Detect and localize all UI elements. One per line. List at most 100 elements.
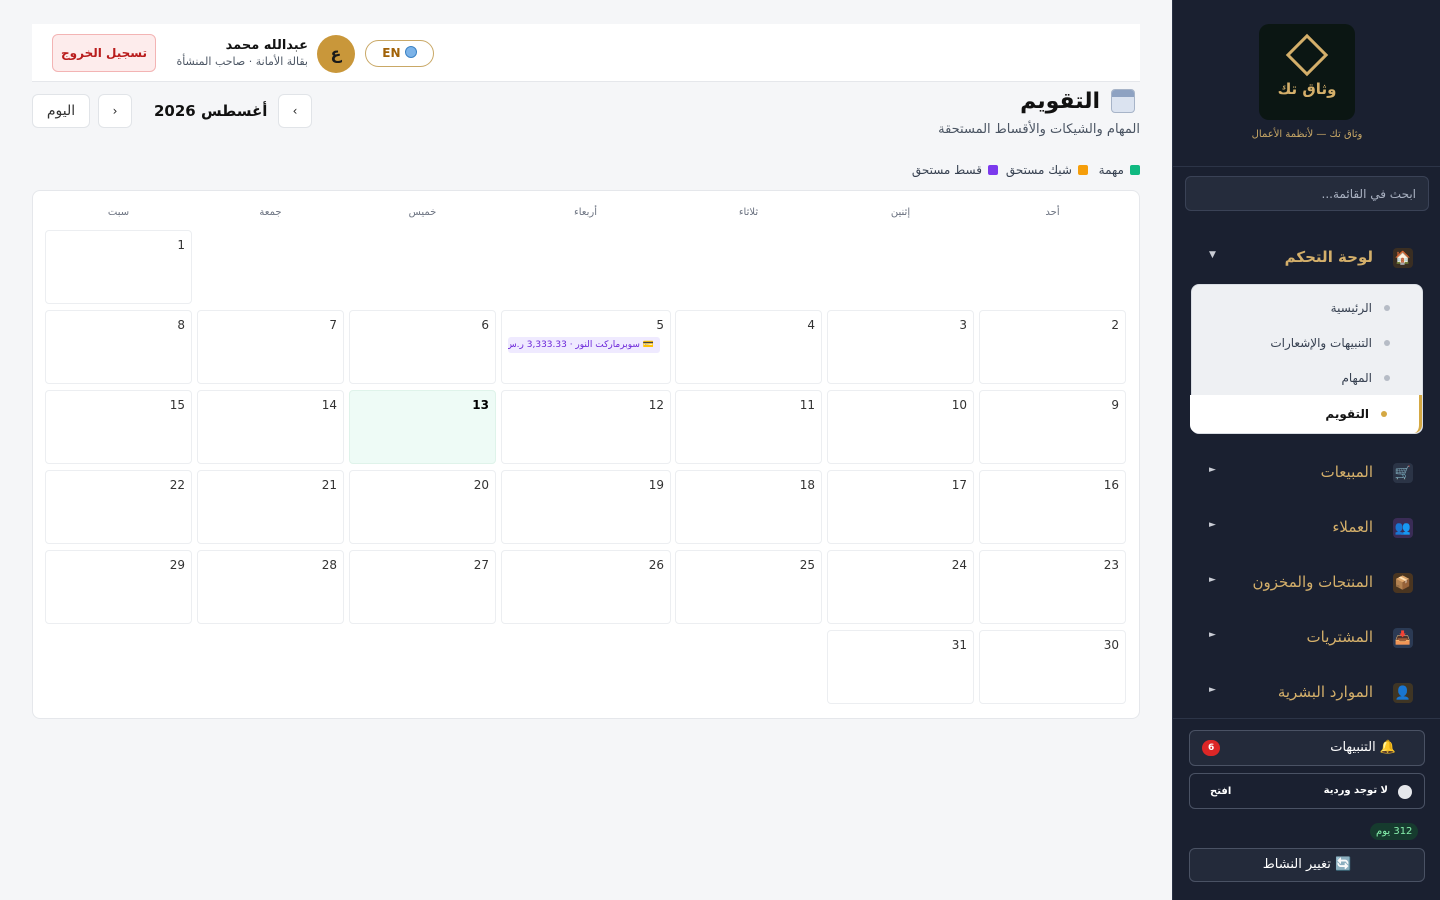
calendar-day-cell[interactable]: 24 [827,550,974,624]
nav-purchases[interactable]: 📥 المشتريات ► [1189,618,1425,658]
day-number: 10 [951,398,967,412]
calendar-day-cell[interactable]: 21 [197,470,344,544]
calendar-day-cell[interactable]: 13 [349,390,496,464]
calendar-day-cell[interactable]: 6 [349,310,496,384]
submenu-item-home-label: الرئيسية [1330,301,1372,315]
calendar-day-cell[interactable]: 1 [45,230,192,304]
calendar-day-cell[interactable]: 9 [979,390,1126,464]
submenu-item-alerts[interactable]: التنبيهات والإشعارات [1190,326,1422,360]
calendar-day-cell[interactable]: 22 [45,470,192,544]
calendar-day-cell[interactable]: 29 [45,550,192,624]
day-number: 5 [656,318,664,332]
sidebar: وثاق تك وثاق تك — لأنظمة الأعمال 🏠 لوحة … [1172,0,1440,900]
installment-event[interactable]: 💳 سوبرماركت النور · 3,333.33 ر.س [508,337,660,353]
day-number: 12 [648,398,664,412]
calendar-day-cell[interactable]: 11 [675,390,822,464]
check-swatch [1078,165,1088,175]
calendar-day-cell[interactable]: 10 [827,390,974,464]
nav-hr[interactable]: 👤 الموارد البشرية ► [1189,673,1425,713]
today-button[interactable]: اليوم [32,94,90,128]
weekday-header: أحد [1045,207,1060,218]
switch-activity-button[interactable]: 🔄 تغيير النشاط [1189,848,1425,882]
calendar-day-cell[interactable]: 17 [827,470,974,544]
day-number: 17 [951,478,967,492]
calendar-day-cell[interactable]: 26 [501,550,671,624]
bullet-icon [1384,305,1390,311]
submenu-item-tasks[interactable]: المهام [1190,361,1422,395]
legend-installment-label: قسط مستحق [911,163,982,177]
nav-purchases-label: المشتريات [1306,628,1373,646]
day-number: 7 [329,318,337,332]
calendar-day-cell[interactable]: 27 [349,550,496,624]
weekday-header: سبت [107,207,130,218]
home-icon: 🏠 [1393,248,1413,268]
nav-hr-label: الموارد البشرية [1277,683,1373,701]
submenu-item-calendar[interactable]: التقويم [1190,395,1422,433]
alerts-button[interactable]: 🔔 التنبيهات 6 [1189,730,1425,766]
calendar-day-cell[interactable]: 16 [979,470,1126,544]
day-number: 4 [807,318,815,332]
calendar-icon [1111,89,1135,113]
chevron-left-icon: ► [1209,520,1216,530]
calendar-day-cell[interactable]: 5 💳 سوبرماركت النور · 3,333.33 ر.س [501,310,671,384]
top-bar: تسجيل الخروج بقالة الأمانة · صاحب المنشأ… [32,24,1140,82]
calendar-day-cell[interactable]: 28 [197,550,344,624]
nav-sales[interactable]: 🛒 المبيعات ► [1189,453,1425,493]
calendar-day-cell[interactable]: 12 [501,390,671,464]
day-number: 23 [1103,558,1119,572]
weekday-header: أربعاء [574,207,597,218]
calendar-day-cell[interactable]: 4 [675,310,822,384]
calendar-day-cell[interactable]: 25 [675,550,822,624]
calendar-day-cell[interactable]: 30 [979,630,1126,704]
legend-check: شيك مستحق [1006,163,1088,177]
day-number: 6 [481,318,489,332]
chevron-left-icon: ► [1209,685,1216,695]
day-number: 14 [321,398,337,412]
dashboard-submenu: الرئيسية التنبيهات والإشعارات المهام الت… [1190,284,1423,434]
sidebar-search-input[interactable] [1185,176,1429,211]
language-toggle[interactable]: EN [365,40,434,67]
page-subtitle: المهام والشيكات والأقساط المستحقة [938,122,1140,137]
next-month-button[interactable]: › [98,94,132,128]
submenu-item-home[interactable]: الرئيسية [1190,291,1422,325]
legend-task-label: مهمة [1098,163,1124,177]
calendar-day-cell[interactable]: 23 [979,550,1126,624]
legend-task: مهمة [1099,163,1140,177]
calendar-day-cell[interactable]: 14 [197,390,344,464]
submenu-item-tasks-label: المهام [1341,371,1372,385]
calendar-day-cell[interactable]: 7 [197,310,344,384]
calendar-day-cell[interactable]: 2 [979,310,1126,384]
day-number: 20 [473,478,489,492]
open-shift-button[interactable]: افتح [1210,786,1231,797]
tagline: وثاق تك — لأنظمة الأعمال [1251,129,1363,140]
calendar-day-cell[interactable]: 20 [349,470,496,544]
logout-button[interactable]: تسجيل الخروج [52,34,156,72]
weekday-header: ثلاثاء [738,207,759,218]
prev-month-button[interactable]: ‹ [278,94,312,128]
day-number: 8 [177,318,185,332]
calendar-day-cell[interactable]: 18 [675,470,822,544]
nav-products[interactable]: 📦 المنتجات والمخزون ► [1189,563,1425,603]
day-number: 3 [959,318,967,332]
avatar[interactable]: ع [317,35,355,73]
user-role: بقالة الأمانة · صاحب المنشأة [176,55,308,68]
calendar-day-cell[interactable]: 15 [45,390,192,464]
day-number: 22 [169,478,185,492]
nav-dashboard[interactable]: 🏠 لوحة التحكم ▼ [1189,238,1425,278]
nav-customers[interactable]: 👥 العملاء ► [1189,508,1425,548]
day-number: 31 [951,638,967,652]
calendar-day-cell[interactable]: 3 [827,310,974,384]
day-number: 11 [799,398,815,412]
calendar-day-cell[interactable]: 8 [45,310,192,384]
calendar-day-cell[interactable]: 31 [827,630,974,704]
weekday-header: إثنين [890,207,911,218]
day-number: 28 [321,558,337,572]
calendar-day-cell[interactable]: 19 [501,470,671,544]
cart-icon: 🛒 [1393,463,1413,483]
chevron-down-icon: ▼ [1209,250,1216,260]
chevron-left-icon: ► [1209,575,1216,585]
submenu-item-alerts-label: التنبيهات والإشعارات [1270,336,1372,350]
box-icon: 📦 [1393,573,1413,593]
nav-sales-label: المبيعات [1320,463,1373,481]
logo[interactable]: وثاق تك [1259,24,1355,120]
